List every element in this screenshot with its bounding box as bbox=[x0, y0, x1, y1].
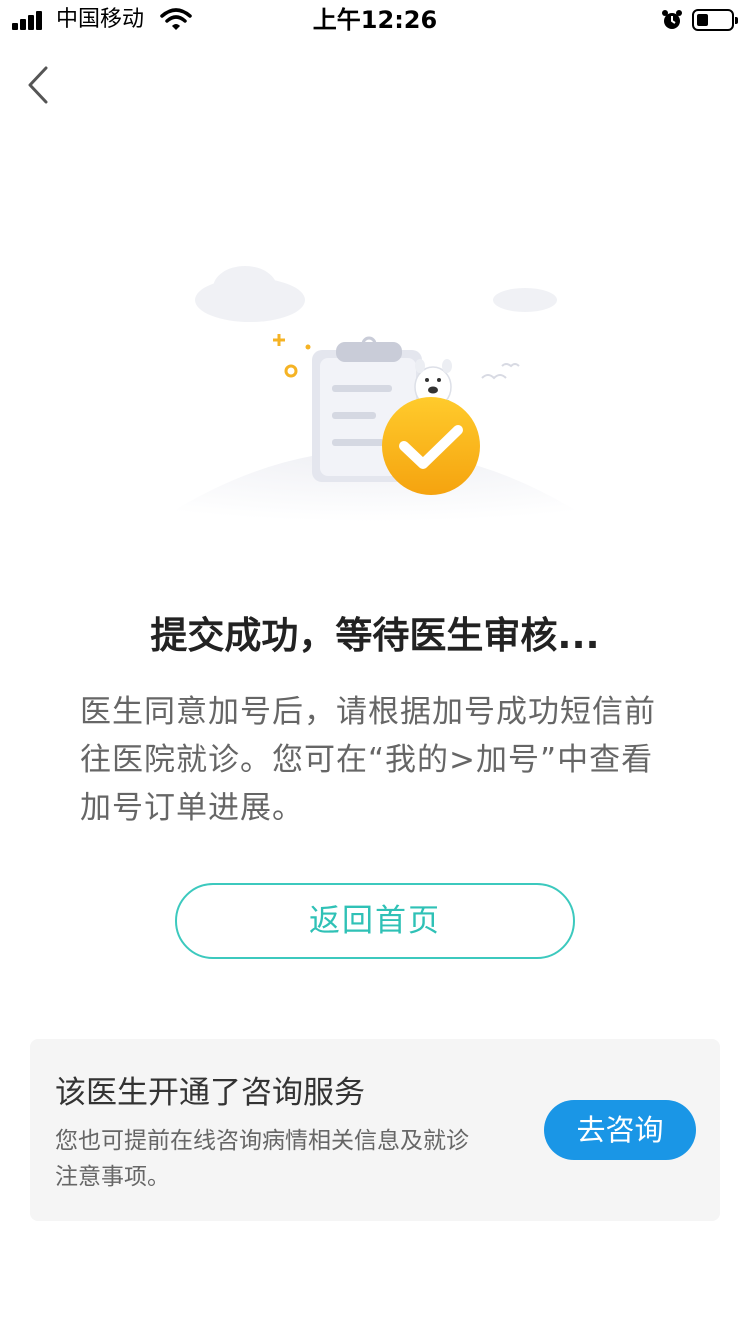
sparkle-icon bbox=[273, 334, 298, 378]
bird-icon bbox=[481, 363, 520, 380]
consult-card-description: 您也可提前在线咨询病情相关信息及就诊注意事项。 bbox=[55, 1128, 469, 1190]
page-title: 提交成功，等待医生审核... bbox=[150, 614, 600, 657]
alarm-icon bbox=[662, 10, 682, 29]
chevron-left-icon bbox=[28, 66, 48, 104]
status-time: 上午12:26 bbox=[312, 6, 438, 34]
submission-success-illustration bbox=[130, 266, 620, 540]
battery-icon bbox=[692, 9, 738, 31]
status-bar: 中国移动 上午12:26 bbox=[0, 0, 750, 40]
consult-card-title: 该医生开通了咨询服务 bbox=[55, 1075, 365, 1111]
battery-level bbox=[697, 14, 708, 26]
checkmark-badge-icon bbox=[382, 397, 480, 495]
consult-card: 该医生开通了咨询服务 您也可提前在线咨询病情相关信息及就诊注意事项。 去咨询 bbox=[30, 1039, 720, 1221]
instruction-text: 医生同意加号后，请根据加号成功短信前往医院就诊。您可在“我的>加号”中查看加号订… bbox=[80, 694, 656, 826]
cloud-icon bbox=[195, 266, 557, 322]
return-home-button[interactable]: 返回首页 bbox=[175, 883, 575, 959]
go-consult-button[interactable]: 去咨询 bbox=[544, 1100, 696, 1160]
back-button[interactable] bbox=[18, 60, 62, 110]
